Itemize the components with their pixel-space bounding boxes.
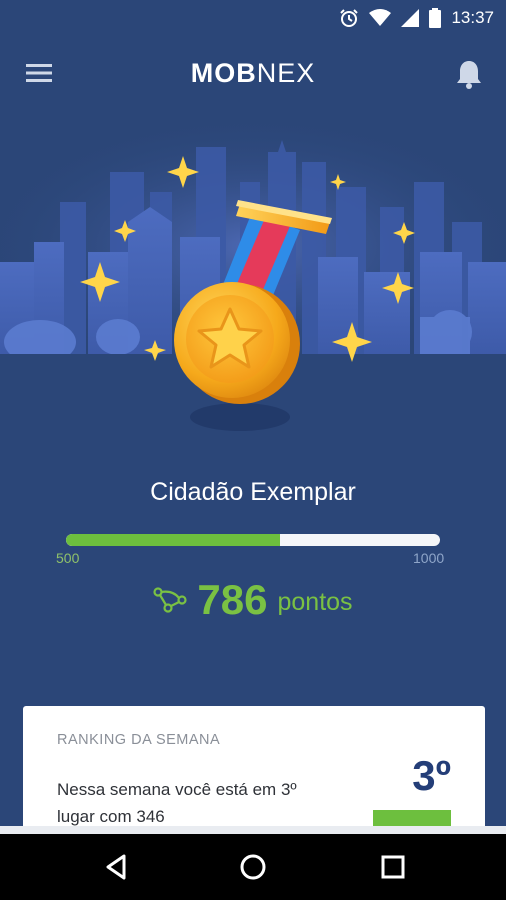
points-value: 786 [197, 576, 268, 623]
progress-min-label: 500 [56, 550, 80, 566]
system-nav-bar [0, 834, 506, 900]
ranking-text: Nessa semana você está em 3º lugar com 3… [57, 780, 297, 826]
route-icon [153, 587, 188, 613]
progress-fill [66, 534, 280, 546]
app-bar: MOBNEX [0, 36, 506, 112]
battery-icon [429, 8, 442, 28]
back-icon[interactable] [100, 851, 132, 883]
status-time: 13:37 [451, 8, 494, 27]
logo-bold: MOB [190, 58, 257, 88]
ranking-card[interactable]: RANKING DA SEMANA Nessa semana você está… [23, 706, 485, 836]
status-bar: 13:37 [0, 0, 506, 36]
app-logo: MOBNEX [0, 58, 506, 89]
bell-icon[interactable] [454, 58, 484, 90]
ranking-position: 3º [412, 752, 451, 799]
recents-icon[interactable] [377, 851, 409, 883]
points-unit: pontos [277, 587, 353, 616]
alarm-icon [340, 9, 359, 27]
badge-title: Cidadão Exemplar [150, 478, 356, 506]
logo-light: NEX [256, 58, 316, 88]
medal-illustration [0, 112, 506, 472]
home-icon[interactable] [237, 851, 269, 883]
ranking-title: RANKING DA SEMANA [57, 732, 221, 748]
points-display: 786 pontos [0, 570, 506, 630]
signal-icon [401, 9, 420, 27]
progress-max-label: 1000 [413, 550, 445, 566]
points-progress-bar [66, 534, 440, 546]
wifi-icon [369, 9, 392, 26]
